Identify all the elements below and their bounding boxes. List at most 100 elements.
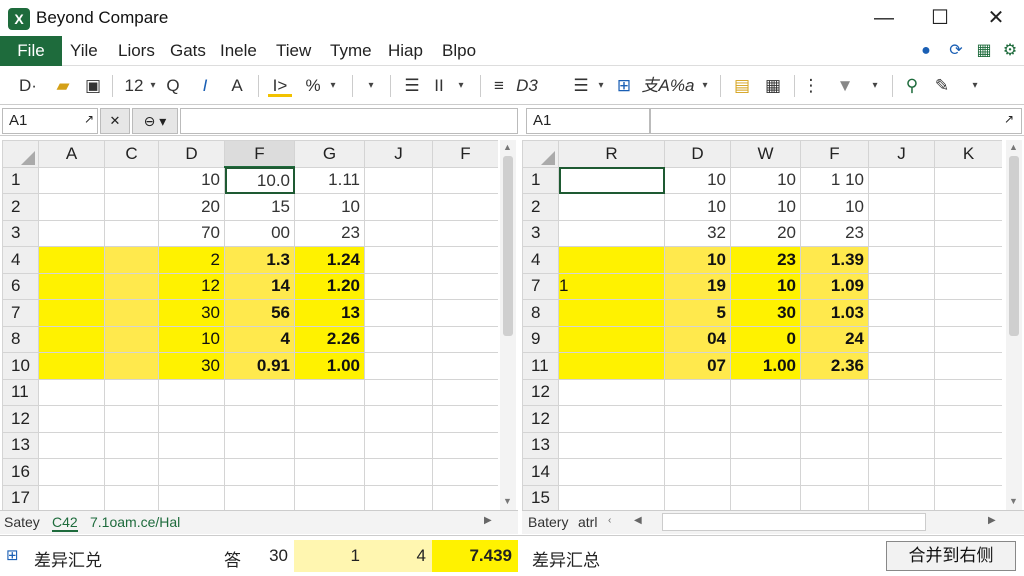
- grid-cell[interactable]: 10: [730, 272, 801, 300]
- save-icon[interactable]: ▣: [82, 75, 104, 97]
- find-icon[interactable]: ⚲: [900, 75, 924, 97]
- grid-cell[interactable]: 1.39: [800, 246, 869, 274]
- grid-cell[interactable]: [432, 484, 498, 510]
- grid-cell[interactable]: 5: [664, 299, 731, 327]
- grid-cell[interactable]: [558, 405, 665, 433]
- column-header[interactable]: J: [868, 140, 935, 168]
- minimize-button[interactable]: —: [864, 4, 904, 32]
- row-header[interactable]: 12: [2, 405, 39, 433]
- grid-cell[interactable]: [432, 299, 498, 327]
- grid-cell[interactable]: 1.09: [800, 272, 869, 300]
- grid-cell[interactable]: [294, 431, 365, 459]
- list-icon[interactable]: ☰: [570, 75, 592, 97]
- grid-cell[interactable]: 23: [294, 219, 365, 247]
- grid-cell[interactable]: [104, 219, 159, 247]
- grid-cell[interactable]: [104, 405, 159, 433]
- grid-cell[interactable]: [934, 325, 1002, 353]
- new-icon[interactable]: D·: [14, 75, 42, 97]
- grid-cell[interactable]: [730, 484, 801, 510]
- grid-cell[interactable]: [730, 378, 801, 406]
- scroll-right-icon[interactable]: ▶: [484, 515, 492, 526]
- grid-cell[interactable]: [730, 405, 801, 433]
- grid-cell[interactable]: 10: [294, 193, 365, 221]
- grid-cell[interactable]: [294, 378, 365, 406]
- grid-cell[interactable]: [868, 246, 935, 274]
- column-header[interactable]: C: [104, 140, 159, 168]
- undo-icon[interactable]: 12: [122, 75, 146, 97]
- grid-cell[interactable]: [558, 431, 665, 459]
- row-header[interactable]: 2: [2, 193, 39, 221]
- menu-file[interactable]: File: [0, 36, 62, 66]
- right-vertical-scrollbar[interactable]: ▲ ▼: [1006, 140, 1022, 510]
- grid-cell[interactable]: [800, 431, 869, 459]
- grid-cell[interactable]: [432, 352, 498, 380]
- grid-cell[interactable]: [294, 458, 365, 486]
- column-header[interactable]: F: [800, 140, 869, 168]
- grid-cell[interactable]: 10: [664, 246, 731, 274]
- grid-cell[interactable]: [364, 325, 433, 353]
- grid-cell[interactable]: [104, 299, 159, 327]
- grid-cell[interactable]: 00: [224, 219, 295, 247]
- grid-cell[interactable]: 1 10: [800, 166, 869, 194]
- grid-cell[interactable]: [730, 458, 801, 486]
- grid-cell[interactable]: [38, 431, 105, 459]
- grid-cell[interactable]: [432, 431, 498, 459]
- row-header[interactable]: 12: [522, 378, 559, 406]
- open-folder-icon[interactable]: ▰: [52, 75, 74, 97]
- menu-item[interactable]: Hiap: [388, 41, 423, 61]
- grid-cell[interactable]: [868, 378, 935, 406]
- grid-cell[interactable]: [364, 299, 433, 327]
- italic-icon[interactable]: I: [196, 75, 214, 97]
- scroll-up-icon[interactable]: ▲: [1009, 142, 1018, 152]
- grid-cell[interactable]: [934, 484, 1002, 510]
- grid-cell[interactable]: [38, 193, 105, 221]
- chevron-down-icon[interactable]: ▾: [700, 75, 710, 97]
- sheet-tab[interactable]: 7.1oam.ce/Hal: [90, 514, 180, 530]
- grid-cell[interactable]: 4: [224, 325, 295, 353]
- grid-cell[interactable]: 10: [730, 193, 801, 221]
- grid-cell[interactable]: 10: [730, 166, 801, 194]
- grid-cell[interactable]: [364, 378, 433, 406]
- grid-cell[interactable]: 2.26: [294, 325, 365, 353]
- menu-item[interactable]: Inele: [220, 41, 257, 61]
- grid-cell[interactable]: 0.91: [224, 352, 295, 380]
- row-header[interactable]: 6: [2, 272, 39, 300]
- scroll-left-icon[interactable]: ◀: [634, 515, 642, 526]
- grid-cell[interactable]: 10.0: [224, 166, 295, 194]
- grid-cell[interactable]: 14: [224, 272, 295, 300]
- column-header[interactable]: K: [934, 140, 1002, 168]
- select-all-corner[interactable]: [522, 140, 559, 168]
- grid-cell[interactable]: 20: [730, 219, 801, 247]
- grid-cell[interactable]: [224, 484, 295, 510]
- font-icon[interactable]: A: [228, 75, 246, 97]
- grid-cell[interactable]: 1.00: [294, 352, 365, 380]
- grid-cell[interactable]: [868, 352, 935, 380]
- grid-cell[interactable]: [432, 458, 498, 486]
- grid-cell[interactable]: 30: [158, 299, 225, 327]
- grid-cell[interactable]: [558, 166, 665, 194]
- grid-cell[interactable]: [934, 378, 1002, 406]
- grid-cell[interactable]: [664, 431, 731, 459]
- table-icon[interactable]: ▦: [762, 75, 784, 97]
- grid-cell[interactable]: [934, 431, 1002, 459]
- row-header[interactable]: 14: [522, 458, 559, 486]
- grid-cell[interactable]: 23: [730, 246, 801, 274]
- grid-cell[interactable]: [158, 378, 225, 406]
- grid-cell[interactable]: [868, 299, 935, 327]
- right-name-box[interactable]: A1: [526, 108, 650, 134]
- grid-cell[interactable]: [800, 405, 869, 433]
- grid-cell[interactable]: 10: [800, 193, 869, 221]
- merge-cells-icon[interactable]: ⊞: [612, 75, 636, 97]
- row-header[interactable]: 9: [522, 325, 559, 353]
- grid-cell[interactable]: [364, 193, 433, 221]
- grid-cell[interactable]: 1.00: [730, 352, 801, 380]
- grid-cell[interactable]: [364, 458, 433, 486]
- grid-cell[interactable]: [364, 272, 433, 300]
- grid-cell[interactable]: [104, 458, 159, 486]
- grid-cell[interactable]: [934, 272, 1002, 300]
- row-header[interactable]: 4: [2, 246, 39, 274]
- chevron-down-icon[interactable]: ▾: [328, 75, 338, 97]
- grid-cell[interactable]: [158, 405, 225, 433]
- grid-cell[interactable]: [364, 405, 433, 433]
- grid-cell[interactable]: [432, 378, 498, 406]
